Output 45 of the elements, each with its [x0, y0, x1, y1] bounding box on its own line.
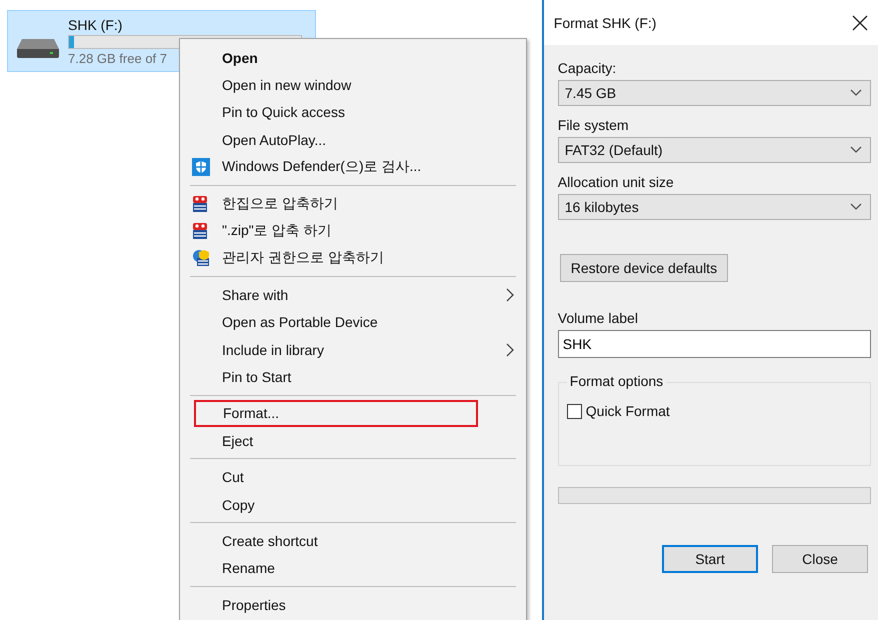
menu-item[interactable]: Format...	[194, 400, 478, 428]
checkbox[interactable]	[566, 404, 582, 418]
restore-defaults-button[interactable]: Restore device defaults	[560, 254, 728, 282]
shield-icon	[192, 158, 210, 176]
archive-shield-icon	[192, 249, 210, 268]
chevron-right-icon	[506, 342, 514, 357]
close-button[interactable]: Close	[772, 545, 868, 573]
menu-item[interactable]: Properties	[180, 591, 526, 618]
menu-item[interactable]: 한집으로 압축하기	[180, 190, 526, 218]
chevron-right-icon	[506, 288, 514, 302]
field-label: Capacity:	[558, 60, 618, 76]
free-space-text: 7.28 GB free of 7	[68, 50, 168, 66]
group-title: Format options	[566, 373, 666, 389]
menu-item[interactable]: Open as Portable Device	[180, 308, 526, 336]
field-label: File system	[558, 117, 630, 133]
field-label: Allocation unit size	[558, 174, 675, 190]
menu-item[interactable]: Pin to Quick access	[180, 98, 526, 126]
dropdown[interactable]: FAT32 (Default)	[558, 137, 871, 163]
menu-item[interactable]: Open AutoPlay...	[180, 126, 526, 154]
dropdown[interactable]: 7.45 GB	[558, 80, 871, 106]
archive-icon	[192, 194, 208, 213]
field-label: Volume label	[558, 310, 639, 326]
menu-item[interactable]: Include in library	[180, 336, 526, 364]
menu-item[interactable]: Create shortcut	[180, 527, 526, 555]
menu-item[interactable]: Eject	[180, 427, 526, 454]
drive-icon	[16, 37, 60, 59]
start-button[interactable]: Start	[662, 545, 758, 573]
menu-item[interactable]: Copy	[180, 490, 526, 518]
chevron-down-icon	[850, 89, 862, 97]
menu-item[interactable]: Cut	[180, 463, 526, 491]
menu-item[interactable]: Rename	[180, 554, 526, 582]
menu-item[interactable]: Pin to Start	[180, 363, 526, 391]
menu-item[interactable]: Open in new window	[180, 71, 526, 99]
menu-item[interactable]: Windows Defender(으)로 검사...	[180, 154, 526, 181]
chevron-down-icon	[850, 203, 862, 211]
drive-name: SHK (F:)	[68, 16, 124, 32]
archive-icon	[192, 222, 208, 240]
dropdown[interactable]: 16 kilobytes	[558, 194, 871, 220]
checkbox-label: Quick Format	[586, 403, 670, 419]
menu-item[interactable]: ".zip"로 압축 하기	[180, 217, 526, 245]
menu-item[interactable]: 관리자 권한으로 압축하기	[180, 244, 526, 272]
window-title: Format SHK (F:)	[554, 14, 656, 30]
menu-item[interactable]: Share with	[180, 281, 526, 309]
chevron-down-icon	[850, 146, 862, 154]
volume-label-field[interactable]: SHK	[558, 330, 871, 358]
